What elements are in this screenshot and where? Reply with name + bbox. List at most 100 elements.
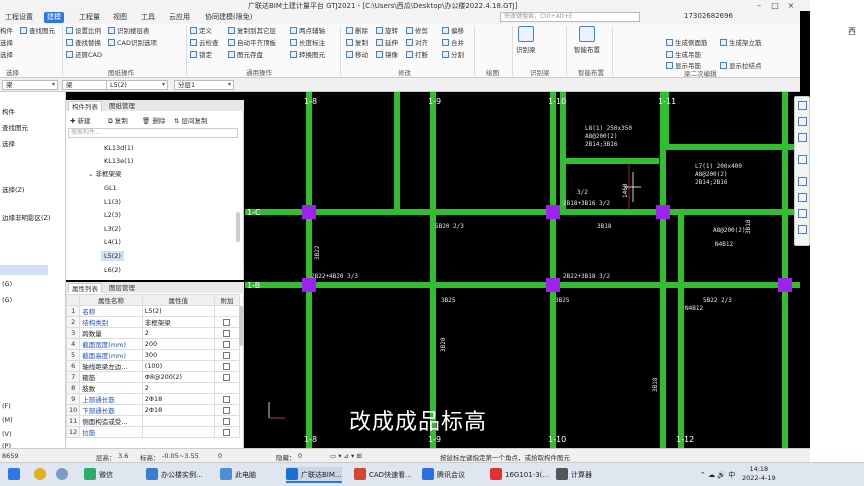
tab-tools[interactable]: 工具 [138,12,158,23]
property-extra[interactable] [213,305,241,317]
property-extra[interactable] [213,371,241,383]
two-point-axis-button[interactable]: 两点辅轴 [290,27,325,36]
property-value[interactable]: 2 [141,327,215,339]
gen-hanger-button[interactable]: 生成吊筋 [666,51,701,60]
nav-item[interactable]: (V) [2,430,12,438]
gen-erect-bar-button[interactable]: 生成架立筋 [720,39,762,48]
property-value[interactable]: 200 [141,338,215,350]
checkbox-icon[interactable] [223,340,231,348]
align-button[interactable]: 对齐 [406,39,428,48]
view-3d-icon[interactable] [798,101,807,110]
property-extra[interactable] [213,393,241,405]
nav-item[interactable]: 查找图元 [2,122,28,132]
taskbar-item-wechat[interactable]: 微信 [84,467,113,483]
break-button[interactable]: 打断 [406,51,428,60]
component-item[interactable]: L3(2) [104,224,121,234]
property-row[interactable]: 12 拉筋 [65,426,241,438]
define-button[interactable]: 定义 [190,27,212,36]
property-value[interactable]: 2Φ18 [141,404,215,416]
start-icon[interactable] [8,467,23,483]
property-extra[interactable] [213,382,241,394]
nav-item[interactable]: 选择(Z) [2,184,25,194]
property-row[interactable]: 11 侧面构造或受... [65,415,241,427]
zoom-fit-icon[interactable] [798,177,807,186]
checkbox-icon[interactable] [223,395,231,403]
view-cube-icon[interactable] [798,155,807,164]
copy-to-floor-button[interactable]: 复制到其它层 [228,27,276,36]
lock-button[interactable]: 锁定 [190,51,212,60]
property-row[interactable]: 2 结构类别 非框架梁 [65,316,241,328]
merge-button[interactable]: 合并 [442,39,464,48]
nav-item[interactable]: (G) [2,280,12,288]
find-element-button[interactable]: 查找图元 [20,27,55,36]
element-storage-button[interactable]: 图元存盘 [228,51,263,60]
property-row[interactable]: 3 跨数量 2 [65,327,241,339]
taskbar-item-cad-viewer[interactable]: CAD快速看... [354,467,412,483]
component-select[interactable]: L5(2) [106,80,168,90]
property-row[interactable]: 1 名称 L5(2) [65,305,241,317]
component-item[interactable]: GL1 [104,183,117,193]
tab-collab[interactable]: 协同建模(限免) [202,12,255,23]
checkbox-icon[interactable] [223,373,231,381]
property-row[interactable]: 6 轴线距梁左边... (100) [65,360,241,372]
extend-button[interactable]: 延伸 [376,39,398,48]
drawing-canvas[interactable]: 1-8 1-9 1-10 1-11 1-8 1-9 1-10 1-12 1-C 1-B L8(1) … [245,92,800,448]
delete-component-button[interactable]: 🗑 删除 [142,115,165,125]
cloud-check-button[interactable]: 云检查 [190,39,219,48]
ribbon-select-2[interactable]: 选择 [0,51,13,60]
nav-item[interactable]: (M) [2,416,13,424]
cad-options-button[interactable]: CAD识别选项 [108,39,157,48]
length-dimension-button[interactable]: 长度标注 [290,39,325,48]
clock[interactable]: 14:18 2022-4-19 [742,465,776,483]
view-top-icon[interactable] [798,117,807,126]
copy-between-floors-button[interactable]: ⇅ 层间复制 [174,115,208,125]
component-search-input[interactable]: 搜索构件... [68,128,238,138]
property-extra[interactable] [213,404,241,416]
taskbar-item-calculator[interactable]: 计算器 [556,467,592,483]
tray-icons[interactable]: ⌃ ☁ 🔊 中 [700,467,735,483]
layers-icon[interactable] [798,225,807,234]
split-button[interactable]: 分割 [442,51,464,60]
property-extra[interactable] [213,327,241,339]
properties-scrollbar[interactable] [239,306,243,346]
component-item[interactable]: KL13d(1) [104,143,134,153]
property-extra[interactable] [213,415,241,427]
close-icon[interactable]: × [784,0,798,11]
checkbox-icon[interactable] [223,329,231,337]
component-item[interactable]: KL13e(1) [104,156,133,166]
new-component-button[interactable]: ✚ 新建 [70,115,91,125]
component-item[interactable]: L1(3) [104,197,121,207]
tab-properties[interactable]: 属性列表 [68,283,102,293]
property-value[interactable]: (100) [141,360,215,372]
component-list-scrollbar[interactable] [236,212,240,242]
component-group-nonframe-beam[interactable]: ⌄ 非框架梁 [88,169,122,179]
move-button[interactable]: 移动 [346,51,368,60]
ribbon-component[interactable]: 构件 [0,27,13,36]
restore-cad-button[interactable]: 还原CAD [66,51,102,60]
property-value[interactable]: L5(2) [141,305,215,317]
nav-item[interactable]: 构件 [2,106,15,116]
component-item[interactable]: L2(3) [104,210,121,220]
search-icon[interactable] [56,467,71,483]
component-item[interactable]: L6(2) [104,265,121,275]
type-select[interactable]: 梁 [2,80,58,90]
gen-side-bar-button[interactable]: 生成侧面筋 [666,39,708,48]
property-row[interactable]: 4 截面宽度(mm) 200 [65,338,241,350]
snap-mode-icon[interactable]: ▭ ▾ ⊿ ▾ ⊞ [330,452,362,460]
layer-select[interactable]: 分层1 [174,80,234,90]
chrome-icon[interactable] [34,467,49,483]
mirror-button[interactable]: 镜像 [376,51,398,60]
tab-drawing-manager[interactable]: 图纸管理 [106,101,138,111]
property-extra[interactable] [213,316,241,328]
tab-cloud[interactable]: 云应用 [166,12,193,23]
tab-quantity[interactable]: 工程量 [76,12,103,23]
minimize-icon[interactable]: – [752,0,766,11]
tab-component-list[interactable]: 构件列表 [68,101,102,111]
auto-align-slab-button[interactable]: 自动平齐顶板 [228,39,276,48]
checkbox-icon[interactable] [223,351,231,359]
cad-drawing[interactable]: 1-8 1-9 1-10 1-11 1-8 1-9 1-10 1-12 1-C 1-B L8(1) … [245,92,800,448]
property-value[interactable]: 2 [141,382,215,394]
taskbar-item-glodon[interactable]: 广联达BIM... [286,467,342,483]
nav-item[interactable]: (F) [2,402,11,410]
user-phone[interactable]: 17302682696 [684,12,733,20]
